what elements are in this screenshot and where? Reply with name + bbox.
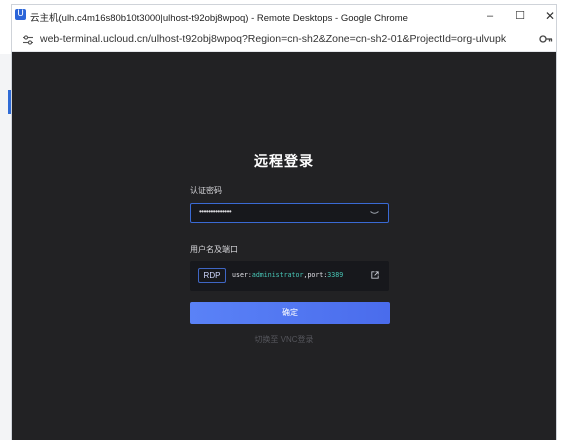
page-title: 远程登录: [254, 153, 314, 169]
tune-icon[interactable]: [22, 34, 34, 46]
eye-closed-icon[interactable]: [370, 210, 379, 216]
conn-port-key: ,port:: [303, 271, 328, 279]
conn-port-value: 3389: [327, 271, 344, 279]
maximize-button[interactable]: ☐: [506, 7, 534, 25]
chrome-popup-window: U 云主机(ulh.c4m16s80b10t3000|ulhost-t92obj…: [12, 5, 556, 440]
key-icon[interactable]: [539, 34, 553, 44]
title-bar[interactable]: U 云主机(ulh.c4m16s80b10t3000|ulhost-t92obj…: [12, 5, 556, 27]
url-text[interactable]: web-terminal.ucloud.cn/ulhost-t92obj8wpo…: [40, 33, 506, 45]
minimize-button[interactable]: –: [476, 7, 504, 25]
address-bar: web-terminal.ucloud.cn/ulhost-t92obj8wpo…: [12, 27, 556, 52]
conn-user-key: user:: [232, 271, 252, 279]
connection-info: RDP user:administrator,port:3389: [190, 261, 389, 291]
switch-to-vnc-link[interactable]: 切换至 VNC登录: [12, 334, 556, 345]
remote-login-page: 远程登录 认证密码 •••••••••••••• 用户名及端口 RDP user…: [12, 52, 556, 440]
edit-icon[interactable]: [371, 271, 379, 279]
ucloud-app-icon: U: [15, 9, 26, 20]
connection-string: user:administrator,port:3389: [232, 271, 343, 279]
password-value: ••••••••••••••: [199, 207, 232, 216]
password-input[interactable]: ••••••••••••••: [190, 203, 389, 223]
protocol-tag: RDP: [198, 268, 226, 283]
confirm-button[interactable]: 确定: [190, 302, 390, 324]
conn-user-value: administrator: [251, 271, 304, 279]
close-button[interactable]: ✕: [536, 7, 564, 25]
window-title: 云主机(ulh.c4m16s80b10t3000|ulhost-t92obj8w…: [30, 13, 408, 24]
background-app-scroll-edge: [556, 54, 573, 440]
user-port-label: 用户名及端口: [190, 245, 238, 254]
password-label: 认证密码: [190, 186, 222, 195]
